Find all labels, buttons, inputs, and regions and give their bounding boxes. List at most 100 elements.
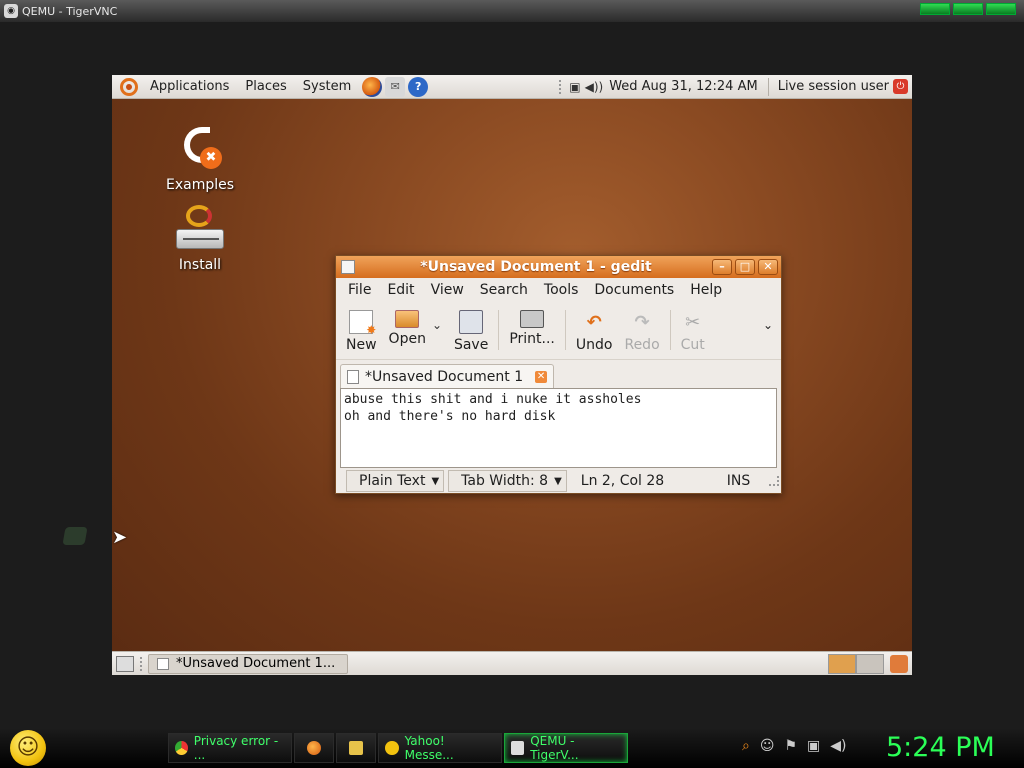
menu-applications[interactable]: Applications [142, 79, 237, 94]
panel-handle[interactable] [140, 656, 144, 671]
chevron-down-icon: ▼ [554, 475, 562, 487]
undo-button[interactable]: ↶ Undo [570, 310, 619, 354]
menubar: File Edit View Search Tools Documents He… [336, 278, 781, 302]
vnc-icon: ◉ [4, 4, 18, 18]
bottom-panel: *Unsaved Document 1... [112, 651, 912, 675]
scissors-icon: ✂ [685, 311, 701, 333]
minimize-button[interactable]: – [712, 259, 732, 275]
firefox-icon [307, 741, 321, 755]
document-tabbar: *Unsaved Document 1 ✕ [336, 360, 781, 388]
maximize-button[interactable]: □ [735, 259, 755, 275]
new-button[interactable]: New [340, 310, 383, 353]
emoticon-icon[interactable]: ☺ [760, 738, 775, 754]
menu-help[interactable]: Help [682, 282, 730, 298]
text-editor[interactable]: abuse this shit and i nuke it assholes o… [340, 388, 777, 468]
task-qemu-tigervnc[interactable]: QEMU - TigerV... [504, 733, 628, 763]
window-title: *Unsaved Document 1 - gedit [420, 259, 652, 275]
network-icon[interactable]: ▣ [807, 738, 820, 754]
mail-icon[interactable]: ✉ [385, 76, 406, 97]
power-icon[interactable]: ⏻ [893, 79, 908, 94]
host-clock[interactable]: 5:24 PM [886, 732, 995, 763]
network-icon[interactable]: ▣ [569, 80, 580, 94]
task-files[interactable] [336, 733, 376, 763]
yahoo-icon [385, 741, 399, 755]
save-label: Save [453, 337, 489, 353]
files-icon [349, 741, 363, 755]
close-button[interactable] [986, 3, 1016, 15]
syntax-selector[interactable]: Plain Text ▼ [346, 470, 445, 492]
menu-search[interactable]: Search [472, 282, 536, 298]
desktop-icon-examples[interactable]: ✖ Examples [160, 125, 240, 193]
tab-document[interactable]: *Unsaved Document 1 ✕ [340, 364, 555, 388]
toolbar: New Open ⌄ Save Print... ↶ Undo ↷ [336, 302, 781, 360]
new-document-icon [349, 310, 376, 337]
volume-icon[interactable]: ◀) [830, 738, 846, 754]
flag-icon[interactable]: ⚑ [784, 738, 797, 754]
task-privacy-error[interactable]: Privacy error - ... [168, 733, 292, 763]
task-list: Privacy error - ... Yahoo! Messe... QEMU… [168, 733, 628, 763]
menu-view[interactable]: View [423, 282, 472, 298]
menu-places[interactable]: Places [237, 79, 294, 94]
folder-open-icon [395, 310, 420, 328]
redo-button[interactable]: ↷ Redo [618, 310, 665, 354]
task-label: QEMU - TigerV... [530, 734, 579, 762]
vnc-dot-icon [62, 527, 88, 545]
menu-file[interactable]: File [340, 282, 379, 298]
session-user[interactable]: Live session user [778, 79, 889, 94]
save-button[interactable]: Save [448, 310, 494, 353]
print-button[interactable]: Print... [503, 310, 561, 347]
host-taskbar: ☺ Privacy error - ... Yahoo! Messe... QE… [0, 728, 1024, 768]
statusbar: Plain Text ▼ Tab Width: 8 ▼ Ln 2, Col 28… [336, 468, 781, 494]
trash-icon[interactable] [890, 654, 908, 673]
cut-button[interactable]: ✂ Cut [675, 310, 711, 354]
help-icon[interactable]: ? [408, 76, 429, 97]
insert-mode: INS [726, 473, 751, 489]
workspace-1[interactable] [828, 653, 856, 674]
menu-documents[interactable]: Documents [586, 282, 682, 298]
task-label: Privacy error - ... [193, 734, 279, 762]
text-editor-icon [157, 657, 169, 670]
desktop-icon-install[interactable]: Install [160, 205, 240, 273]
host-titlebar: ◉ QEMU - TigerVNC [0, 0, 1024, 22]
task-yahoo-messenger[interactable]: Yahoo! Messe... [378, 733, 502, 763]
close-button[interactable]: ✕ [758, 259, 778, 275]
open-label: Open [388, 331, 426, 347]
tab-width-label: Tab Width: 8 [461, 473, 549, 489]
gedit-titlebar[interactable]: *Unsaved Document 1 - gedit – □ ✕ [336, 256, 781, 278]
redo-label: Redo [624, 337, 660, 353]
guest-desktop[interactable]: Applications Places System ✉ ? ▣ ◀)) Wed… [112, 75, 912, 675]
panel-clock[interactable]: Wed Aug 31, 12:24 AM [609, 79, 758, 94]
host-window-title: QEMU - TigerVNC [22, 4, 118, 18]
host-window-controls [920, 3, 1016, 15]
undo-icon: ↶ [586, 311, 602, 333]
firefox-icon[interactable] [362, 76, 383, 97]
open-button[interactable]: Open [383, 310, 432, 347]
taskbar-item-label: *Unsaved Document 1... [176, 656, 336, 671]
workspace-2[interactable] [856, 653, 884, 674]
maximize-button[interactable] [953, 3, 983, 15]
gedit-window: *Unsaved Document 1 - gedit – □ ✕ File E… [335, 255, 782, 494]
task-label: Yahoo! Messe... [404, 734, 454, 762]
syntax-label: Plain Text [359, 473, 426, 489]
toolbar-overflow-icon[interactable]: ⌄ [763, 310, 773, 332]
redo-icon: ↷ [634, 311, 650, 333]
show-desktop-button[interactable] [116, 655, 134, 672]
volume-icon[interactable]: ◀)) [585, 80, 604, 94]
panel-handle[interactable] [559, 79, 563, 94]
printer-icon [520, 310, 545, 328]
taskbar-item-gedit[interactable]: *Unsaved Document 1... [148, 653, 348, 674]
menu-tools[interactable]: Tools [536, 282, 587, 298]
open-recent-dropdown[interactable]: ⌄ [432, 310, 448, 332]
desktop-icon-label: Install [178, 257, 222, 273]
menu-system[interactable]: System [295, 79, 359, 94]
menu-edit[interactable]: Edit [379, 282, 422, 298]
resize-grip[interactable] [769, 476, 779, 486]
examples-icon: ✖ [176, 125, 224, 173]
tab-width-selector[interactable]: Tab Width: 8 ▼ [448, 470, 567, 492]
document-icon [347, 369, 359, 384]
task-firefox[interactable] [294, 733, 334, 763]
minimize-button[interactable] [920, 3, 950, 15]
smiley-icon[interactable]: ☺ [10, 730, 46, 766]
search-icon[interactable]: ⌕ [742, 738, 750, 754]
tab-close-icon[interactable]: ✕ [535, 370, 548, 383]
